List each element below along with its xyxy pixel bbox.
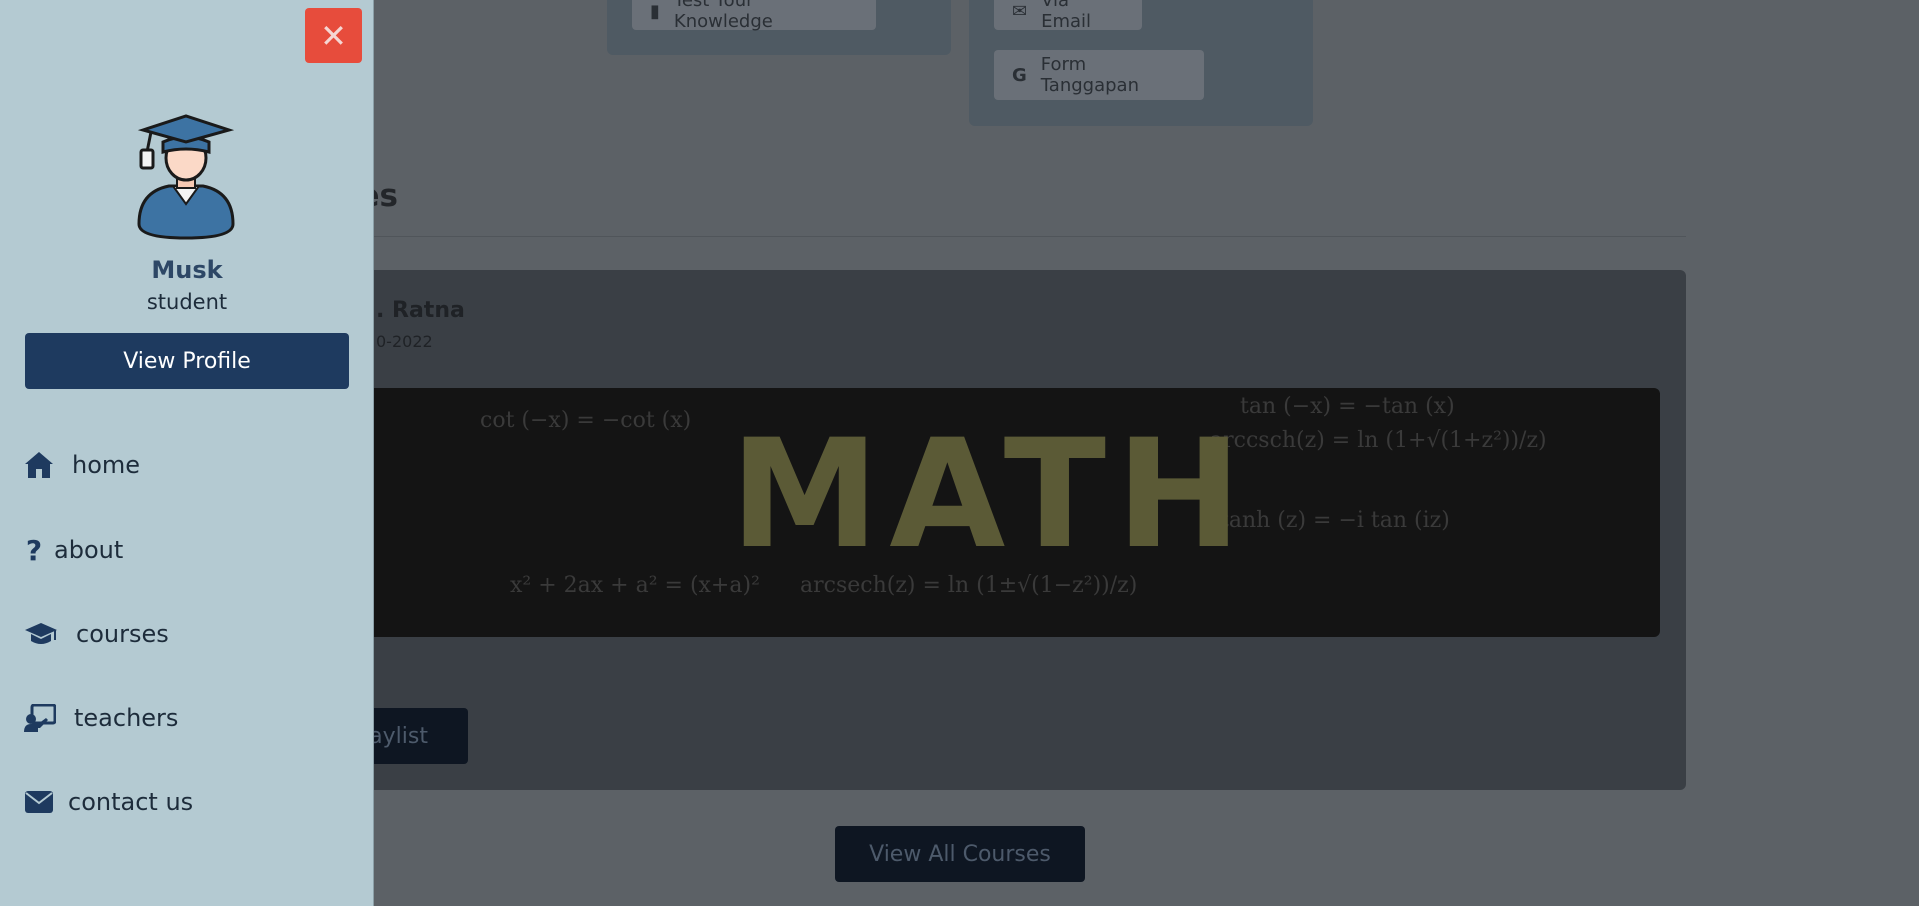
envelope-icon (24, 787, 54, 817)
nav-label-contact: contact us (68, 788, 194, 816)
student-avatar (137, 114, 235, 240)
tutor-name: . Ratna (376, 298, 465, 323)
nav-item-courses[interactable]: courses (24, 619, 169, 649)
teacher-icon (24, 703, 56, 733)
thumbnail-decoration: tan (−x) = −tan (x) (1240, 394, 1455, 419)
course-date: 0-2022 (376, 332, 433, 351)
question-icon: ? (25, 533, 43, 567)
thumbnail-title: MATH (730, 408, 1252, 582)
view-profile-button[interactable]: View Profile (25, 333, 349, 389)
profile-name: Musk (151, 256, 223, 284)
envelope-icon: ✉ (1012, 0, 1028, 22)
graduation-cap-icon (24, 619, 58, 649)
nav-label-about: about (54, 536, 124, 564)
nav-label-teachers: teachers (74, 704, 179, 732)
nav-label-home: home (72, 451, 141, 479)
thumbnail-decoration: tanh (z) = −i tan (iz) (1220, 508, 1450, 533)
view-all-courses-button[interactable]: View All Courses (835, 826, 1085, 882)
profile-role: student (146, 290, 228, 314)
test-knowledge-label: Test Your Knowledge (673, 0, 773, 32)
nav-item-home[interactable]: home (24, 450, 140, 480)
course-thumbnail[interactable]: cot (−x) = −cot (x) tan (−x) = −tan (x) … (340, 388, 1660, 637)
home-icon (24, 450, 54, 480)
via-email-button[interactable]: ✉ Via Email (994, 0, 1142, 32)
nav-item-about[interactable]: ? about (24, 533, 124, 567)
form-tanggapan-label: Form Tanggapan (1040, 54, 1139, 96)
thumbnail-decoration: x² + 2ax + a² = (x+a)² (510, 573, 760, 598)
google-icon: G (1012, 64, 1027, 86)
via-email-label: Via Email (1041, 0, 1092, 32)
close-icon: ✕ (320, 16, 347, 55)
thumbnail-decoration: cot (−x) = −cot (x) (480, 408, 692, 433)
nav-item-contact[interactable]: contact us (24, 787, 193, 817)
nav-item-teachers[interactable]: teachers (24, 703, 178, 733)
form-tanggapan-button[interactable]: G Form Tanggapan (994, 50, 1204, 100)
bar-chart-icon: ▮ (650, 0, 660, 22)
divider (340, 236, 1686, 237)
nav-label-courses: courses (76, 620, 169, 648)
test-knowledge-button[interactable]: ▮ Test Your Knowledge (632, 0, 876, 32)
thumbnail-decoration: arccsch(z) = ln (1+√(1+z²))/z) (1210, 428, 1547, 453)
side-navigation: ✕ Musk student View Profile home ? about… (0, 0, 374, 906)
close-sidebar-button[interactable]: ✕ (305, 8, 362, 63)
